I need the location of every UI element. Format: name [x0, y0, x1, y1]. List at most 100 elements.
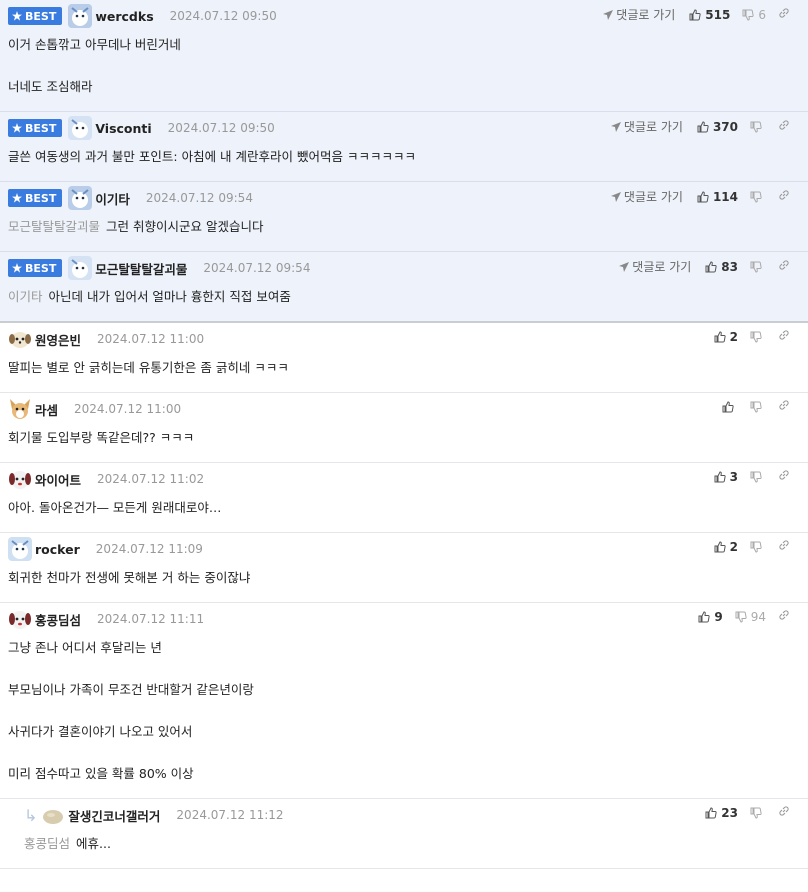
- upvote-count: 9: [714, 609, 723, 624]
- downvote-button[interactable]: [750, 191, 766, 203]
- thumbs-down-icon: [742, 9, 754, 21]
- comment-body: 회귀한 천마가 전생에 못해본 거 하는 중이잖냐: [8, 570, 251, 585]
- upvote-count: 114: [712, 189, 738, 204]
- nickname[interactable]: rocker: [35, 542, 80, 557]
- upvote-button[interactable]: 3: [714, 470, 738, 484]
- avatar[interactable]: [68, 186, 93, 210]
- comment-body: 그냥 존나 어디서 후달리는 년 부모님이나 가족이 무조건 반대할거 같은년이…: [8, 640, 254, 781]
- upvote-button[interactable]: [722, 400, 738, 413]
- link-icon[interactable]: [778, 329, 790, 344]
- best-badge: BEST: [8, 189, 63, 207]
- thumbs-up-icon: [714, 330, 726, 342]
- comment-item: 라셈 2024.07.12 11:00 회기물 도입부랑 똑같은데?? ㅋㅋㅋ: [0, 393, 808, 463]
- downvote-button[interactable]: [750, 471, 766, 483]
- comment-item: 와이어트 2024.07.12 11:02 3 아아. 돌아온건가— 모든게 원…: [0, 463, 808, 533]
- comment-header: 와이어트 2024.07.12 11:02 3: [8, 463, 800, 495]
- upvote-button[interactable]: 515: [689, 8, 730, 22]
- thumbs-down-icon: [735, 611, 747, 623]
- downvote-button[interactable]: [750, 401, 766, 413]
- link-icon[interactable]: [778, 805, 790, 820]
- thumbs-up-icon: [698, 610, 710, 622]
- nickname[interactable]: 홍콩딤섬: [35, 610, 81, 629]
- comment-date: 2024.07.12 11:02: [97, 472, 205, 486]
- comment-header: 홍콩딤섬 2024.07.12 11:11 9 94: [8, 603, 800, 635]
- comment-header: BEST 이기타 2024.07.12 09:54 댓글로 가기 114: [8, 182, 800, 214]
- comment-header: BEST 모근탈탈탈갈괴물 2024.07.12 09:54 댓글로 가기 83: [8, 252, 800, 284]
- link-icon[interactable]: [778, 399, 790, 414]
- downvote-button[interactable]: 6: [742, 8, 766, 22]
- goto-comment-link[interactable]: 댓글로 가기: [610, 118, 683, 135]
- avatar[interactable]: [8, 537, 32, 561]
- thumbs-up-icon: [705, 260, 717, 272]
- link-icon[interactable]: [778, 7, 790, 22]
- upvote-button[interactable]: 114: [697, 190, 738, 204]
- goto-comment-link[interactable]: 댓글로 가기: [610, 188, 683, 205]
- comment-date: 2024.07.12 11:00: [74, 402, 182, 416]
- upvote-button[interactable]: 9: [698, 609, 723, 624]
- comment-actions: 댓글로 가기 515 6: [603, 6, 790, 23]
- link-icon[interactable]: [778, 259, 790, 274]
- downvote-button[interactable]: 94: [735, 610, 766, 624]
- thumbs-down-icon: [750, 401, 762, 413]
- downvote-button[interactable]: [750, 261, 766, 273]
- upvote-button[interactable]: 2: [714, 330, 738, 344]
- goto-comment-link[interactable]: 댓글로 가기: [619, 258, 691, 275]
- nickname[interactable]: Visconti: [95, 121, 151, 136]
- comment-body: 회기물 도입부랑 똑같은데?? ㅋㅋㅋ: [8, 430, 195, 445]
- avatar[interactable]: [68, 4, 93, 28]
- nickname[interactable]: 라셈: [35, 400, 58, 419]
- nickname[interactable]: 잘생긴코너갤러거: [68, 806, 160, 825]
- downvote-count: 94: [750, 609, 766, 624]
- nickname[interactable]: wercdks: [95, 9, 153, 24]
- mention-link[interactable]: 홍콩딤섬: [24, 836, 70, 851]
- avatar[interactable]: [8, 467, 32, 491]
- upvote-button[interactable]: 2: [714, 540, 738, 554]
- downvote-count: 6: [758, 7, 766, 22]
- upvote-button[interactable]: 83: [705, 260, 738, 274]
- avatar[interactable]: [8, 397, 32, 421]
- upvote-button[interactable]: 23: [705, 806, 738, 820]
- thumbs-down-icon: [750, 191, 762, 203]
- link-icon[interactable]: [778, 539, 790, 554]
- mention-link[interactable]: 모근탈탈탈갈괴물: [8, 219, 100, 234]
- comment-body: 딸피는 별로 안 긁히는데 유통기한은 좀 긁히네 ㅋㅋㅋ: [8, 360, 289, 375]
- comment-actions: 9 94: [698, 609, 790, 624]
- comment-date: 2024.07.12 09:50: [167, 121, 275, 135]
- downvote-button[interactable]: [750, 331, 766, 343]
- comment-actions: 23: [705, 805, 790, 820]
- upvote-count: 515: [705, 7, 731, 22]
- link-icon[interactable]: [778, 189, 790, 204]
- downvote-button[interactable]: [750, 807, 766, 819]
- upvote-button[interactable]: 370: [697, 120, 738, 134]
- avatar[interactable]: [68, 256, 93, 280]
- nickname[interactable]: 원영은빈: [35, 330, 81, 349]
- best-badge: BEST: [8, 259, 63, 277]
- nickname[interactable]: 모근탈탈탈갈괴물: [95, 259, 187, 278]
- comment-item: rocker 2024.07.12 11:09 2 회귀한 천마가 전생에 못해…: [0, 533, 808, 603]
- mention-link[interactable]: 이기타: [8, 289, 43, 304]
- link-icon[interactable]: [778, 119, 790, 134]
- thumbs-down-icon: [750, 121, 762, 133]
- star-icon: [12, 263, 22, 273]
- nickname[interactable]: 이기타: [95, 189, 130, 208]
- comment-item: 홍콩딤섬 2024.07.12 11:11 9 94 그냥 존나 어디서 후달리…: [0, 603, 808, 799]
- comment-item: BEST wercdks 2024.07.12 09:50 댓글로 가기 515…: [0, 0, 808, 112]
- nickname[interactable]: 와이어트: [35, 470, 81, 489]
- avatar[interactable]: [41, 803, 66, 827]
- avatar[interactable]: [8, 327, 32, 351]
- avatar[interactable]: [8, 607, 32, 631]
- comment-body: 이기타 아닌데 내가 입어서 얼마나 흉한지 직접 보여줌: [8, 289, 291, 304]
- upvote-count: 2: [729, 329, 738, 344]
- link-icon[interactable]: [778, 469, 790, 484]
- downvote-button[interactable]: [750, 121, 766, 133]
- comment-actions: 2: [714, 539, 790, 554]
- downvote-button[interactable]: [750, 541, 766, 553]
- upvote-count: 23: [721, 805, 738, 820]
- comment-date: 2024.07.12 09:54: [145, 191, 253, 205]
- goto-comment-link[interactable]: 댓글로 가기: [603, 6, 675, 23]
- avatar[interactable]: [68, 116, 93, 140]
- comment-actions: 3: [714, 469, 790, 484]
- thumbs-up-icon: [697, 190, 709, 202]
- comment-actions: 댓글로 가기 83: [619, 258, 790, 275]
- link-icon[interactable]: [778, 609, 790, 624]
